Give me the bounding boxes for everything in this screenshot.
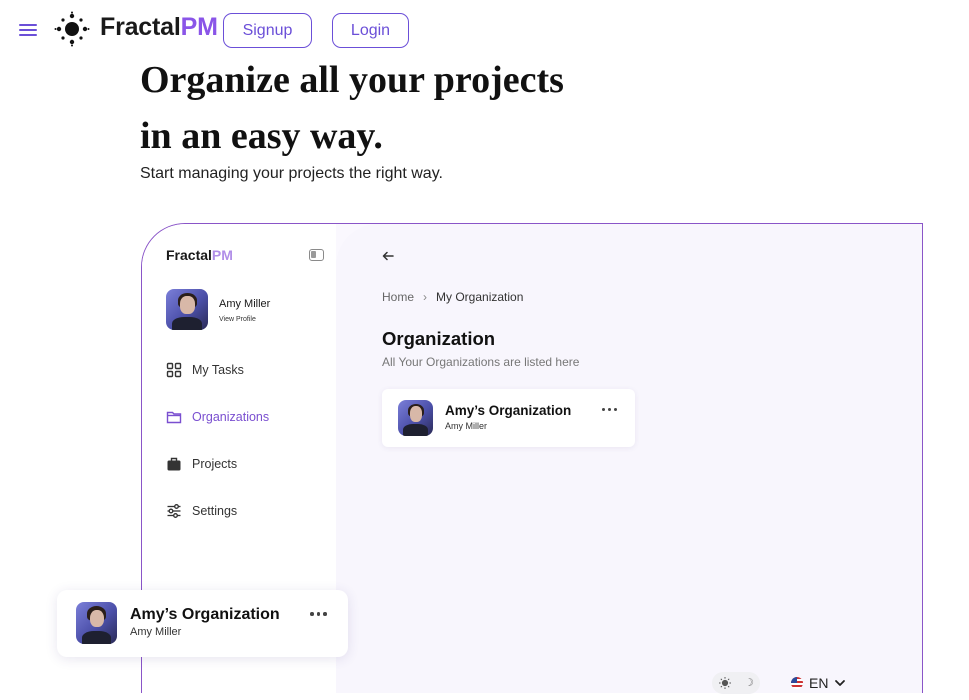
breadcrumb-home[interactable]: Home xyxy=(382,290,414,304)
organization-card[interactable]: Amy’s Organization Amy Miller xyxy=(382,389,635,447)
sidebar-brand-part1: Fractal xyxy=(166,247,212,263)
briefcase-icon xyxy=(167,457,181,471)
user-name: Amy Miller xyxy=(219,298,271,310)
us-flag-icon xyxy=(791,677,803,689)
sidebar-item-organizations[interactable]: Organizations xyxy=(166,407,269,427)
folder-icon xyxy=(166,411,182,424)
brand-name-part2: PM xyxy=(180,13,218,41)
organization-owner: Amy Miller xyxy=(445,421,487,431)
chevron-down-icon xyxy=(835,680,846,686)
breadcrumb: Home › My Organization xyxy=(382,290,523,304)
fractal-logo-icon xyxy=(54,11,90,47)
page-subtitle: All Your Organizations are listed here xyxy=(382,355,580,369)
hero-title: Organize all your projects in an easy wa… xyxy=(140,52,700,164)
moon-icon: ☽ xyxy=(744,677,754,689)
sun-icon xyxy=(719,677,731,689)
sidebar-toggle-icon[interactable] xyxy=(309,249,324,261)
sidebar-brand-part2: PM xyxy=(211,247,233,263)
preview-main: Home › My Organization Organization All … xyxy=(336,224,922,693)
sidebar-item-label: Settings xyxy=(192,504,238,518)
sidebar-item-label: My Tasks xyxy=(192,363,244,377)
floating-organization-card[interactable]: Amy’s Organization Amy Miller xyxy=(57,590,348,657)
organization-name: Amy’s Organization xyxy=(445,403,572,418)
sidebar-item-label: Organizations xyxy=(192,410,270,424)
view-profile-link[interactable]: View Profile xyxy=(219,316,256,323)
sidebar-brand[interactable]: FractalPM xyxy=(166,247,233,263)
grid-icon xyxy=(166,362,182,378)
avatar xyxy=(76,602,117,644)
breadcrumb-current: My Organization xyxy=(436,290,524,304)
hero-title-line2: in an easy way. xyxy=(140,115,383,157)
brand-name-part1: Fractal xyxy=(100,13,181,41)
hero-title-line1: Organize all your projects xyxy=(140,59,564,101)
page-title: Organization xyxy=(382,328,496,349)
brand-logo[interactable]: FractalPM xyxy=(100,13,218,42)
hero-subtitle: Start managing your projects the right w… xyxy=(140,165,443,182)
organization-name: Amy’s Organization xyxy=(130,606,280,623)
menu-icon[interactable] xyxy=(19,23,37,37)
theme-toggle[interactable]: ☽ xyxy=(712,672,760,694)
sidebar-item-settings[interactable]: Settings xyxy=(166,501,237,521)
more-options-icon[interactable] xyxy=(310,612,327,616)
language-code: EN xyxy=(809,675,829,691)
language-selector[interactable]: EN xyxy=(791,673,846,693)
sliders-icon xyxy=(167,504,181,518)
sidebar-item-my-tasks[interactable]: My Tasks xyxy=(166,360,244,380)
sidebar-item-label: Projects xyxy=(192,457,238,471)
sidebar-item-projects[interactable]: Projects xyxy=(166,454,237,474)
login-button[interactable]: Login xyxy=(332,13,409,48)
signup-button[interactable]: Signup xyxy=(223,13,312,48)
organization-owner: Amy Miller xyxy=(130,626,182,638)
back-arrow-icon[interactable] xyxy=(380,248,396,264)
avatar xyxy=(398,400,433,436)
more-options-icon[interactable] xyxy=(602,408,617,411)
breadcrumb-separator: › xyxy=(423,290,428,304)
avatar[interactable] xyxy=(166,289,208,330)
